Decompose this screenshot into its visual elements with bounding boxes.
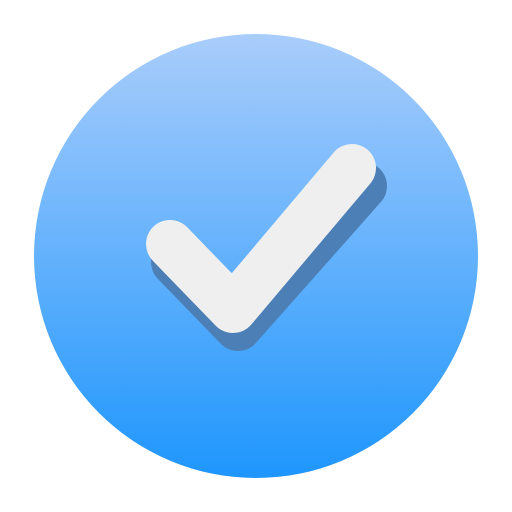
checkmark-icon bbox=[34, 34, 478, 478]
app-icon-canvas bbox=[0, 0, 512, 512]
